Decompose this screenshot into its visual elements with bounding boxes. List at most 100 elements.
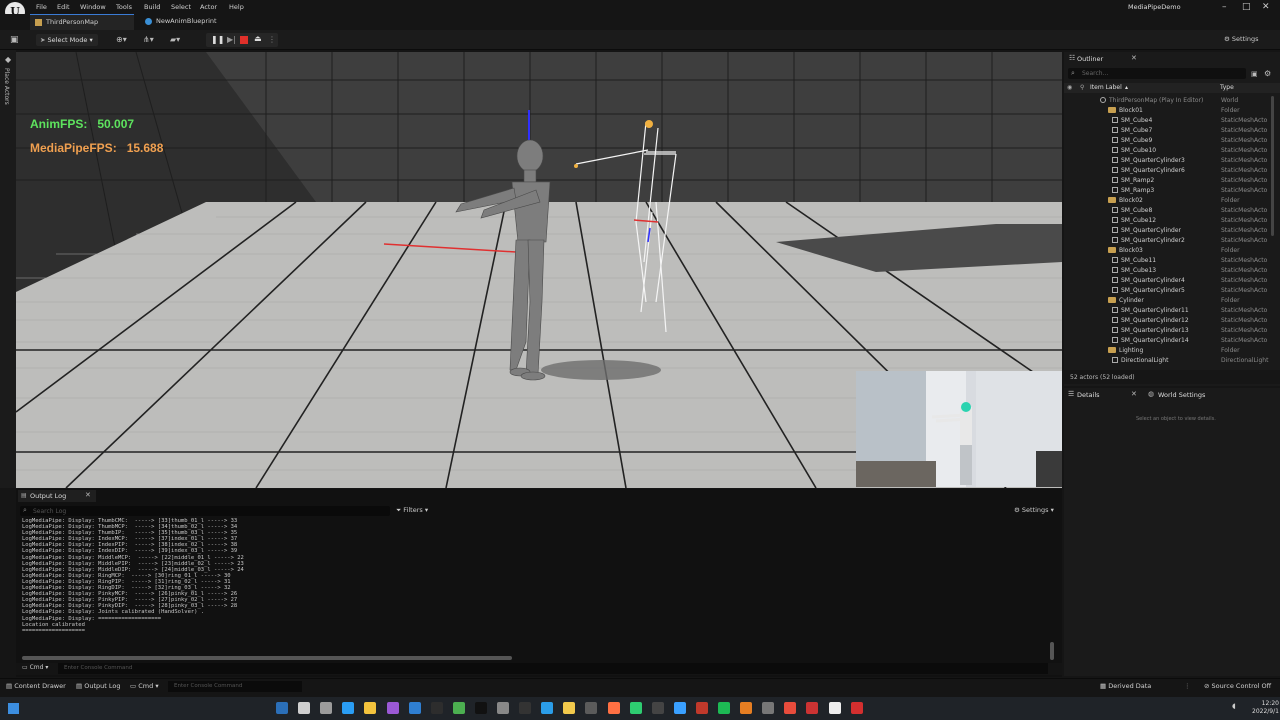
calculator-icon[interactable] (762, 702, 775, 714)
outliner-row[interactable]: Block02 Folder (1064, 196, 1272, 206)
tab-thirdpersonmap[interactable]: ThirdPersonMap (30, 14, 134, 30)
photos-icon[interactable] (673, 702, 686, 714)
log-search-input[interactable]: ⌕ Search Log (20, 506, 390, 516)
more-options-icon[interactable]: ⋮ (268, 35, 276, 44)
source-control-button[interactable]: ⊘ Source Control Off (1204, 682, 1271, 690)
start-menu-icon[interactable] (276, 702, 288, 714)
maximize-icon[interactable]: □ (1242, 2, 1251, 12)
outliner-search-input[interactable]: ⌕ Search... (1068, 68, 1246, 79)
derived-data-button[interactable]: ▦ Derived Data (1100, 682, 1151, 690)
log-settings-button[interactable]: ⚙ Settings ▾ (1014, 506, 1054, 514)
column-type[interactable]: Type (1220, 84, 1234, 91)
volume-icon[interactable]: ◖ (1232, 702, 1236, 710)
outliner-row[interactable]: SM_Ramp3 StaticMeshActo (1064, 186, 1272, 196)
output-log-button[interactable]: ▤ Output Log (76, 682, 121, 690)
unreal-editor-icon[interactable] (474, 702, 487, 714)
outliner-row[interactable]: Block03 Folder (1064, 246, 1272, 256)
place-actors-icon[interactable]: ◆ (5, 55, 11, 64)
outliner-row[interactable]: SM_QuarterCylinder2 StaticMeshActo (1064, 236, 1272, 246)
outliner-row[interactable]: DirectionalLight DirectionalLight (1064, 356, 1272, 366)
system-clock[interactable]: 12:20 2022/9/1 (1252, 700, 1279, 716)
log-horizontal-scrollbar[interactable] (22, 656, 512, 660)
outliner-row[interactable]: Cylinder Folder (1064, 296, 1272, 306)
media-icon[interactable] (740, 702, 753, 714)
camera-icon[interactable] (585, 702, 598, 714)
tab-newanimblueprint[interactable]: NewAnimBlueprint (140, 14, 240, 30)
outliner-row[interactable]: SM_Cube12 StaticMeshActo (1064, 216, 1272, 226)
details-tab[interactable]: Details (1077, 391, 1100, 399)
outliner-row[interactable]: SM_QuarterCylinder13 StaticMeshActo (1064, 326, 1272, 336)
unreal-engine-icon[interactable] (828, 702, 841, 714)
firefox-icon[interactable] (607, 702, 620, 714)
pause-icon[interactable]: ❚❚ (211, 35, 224, 44)
pin-icon[interactable]: ⚲ (1080, 84, 1084, 91)
outliner-row[interactable]: Block01 Folder (1064, 106, 1272, 116)
vscode-icon[interactable] (541, 702, 554, 714)
cmd-dropdown[interactable]: ▭ Cmd ▾ (22, 664, 48, 671)
apps-icon[interactable] (695, 702, 708, 714)
save-icon[interactable]: ▣ (10, 35, 19, 45)
screen-recorder-icon[interactable] (806, 702, 819, 714)
visibility-icon[interactable]: ◉ (1067, 84, 1072, 91)
file-explorer-icon[interactable] (364, 702, 377, 714)
menu-help[interactable]: Help (229, 3, 244, 11)
outliner-row[interactable]: SM_QuarterCylinder6 StaticMeshActo (1064, 166, 1272, 176)
stop-icon[interactable] (240, 36, 248, 44)
select-mode-dropdown[interactable]: ➤ Select Mode ▾ (36, 34, 98, 46)
menu-actor[interactable]: Actor (200, 3, 217, 11)
outliner-row[interactable]: SM_QuarterCylinder12 StaticMeshActo (1064, 316, 1272, 326)
outliner-row[interactable]: SM_Cube13 StaticMeshActo (1064, 266, 1272, 276)
terminal-icon[interactable] (519, 702, 532, 714)
outliner-row[interactable]: SM_QuarterCylinder StaticMeshActo (1064, 226, 1272, 236)
statusbar-cmd-dropdown[interactable]: ▭ Cmd ▾ (130, 682, 159, 690)
menu-select[interactable]: Select (171, 3, 191, 11)
outliner-row[interactable]: SM_Cube7 StaticMeshActo (1064, 126, 1272, 136)
add-actor-icon[interactable]: ⊕▾ (116, 35, 130, 45)
menu-window[interactable]: Window (80, 3, 106, 11)
obs-icon[interactable] (651, 702, 664, 714)
chrome-icon[interactable] (452, 702, 465, 714)
close-icon[interactable]: ✕ (1131, 54, 1137, 62)
close-icon[interactable]: ✕ (1131, 390, 1137, 398)
cinematics-icon[interactable]: ▰▾ (170, 35, 184, 45)
outliner-row[interactable]: SM_QuarterCylinder3 StaticMeshActo (1064, 156, 1272, 166)
edge-browser-icon[interactable] (342, 702, 355, 714)
skip-frame-icon[interactable]: ▶| (227, 35, 236, 44)
search-icon[interactable] (298, 702, 311, 714)
wechat-icon[interactable] (629, 702, 642, 714)
statusbar-console-input[interactable]: Enter Console Command (168, 681, 302, 692)
add-folder-icon[interactable]: ▣ (1251, 70, 1258, 78)
outliner-row[interactable]: ThirdPersonMap (Play In Editor) World (1064, 96, 1272, 106)
content-drawer-button[interactable]: ▤ Content Drawer (6, 682, 66, 690)
blueprint-icon[interactable]: ⋔▾ (143, 35, 157, 45)
outliner-row[interactable]: SM_Cube11 StaticMeshActo (1064, 256, 1272, 266)
settings-icon[interactable] (497, 702, 509, 714)
outliner-row[interactable]: SM_QuarterCylinder11 StaticMeshActo (1064, 306, 1272, 316)
outliner-row[interactable]: Lighting Folder (1064, 346, 1272, 356)
settings-button[interactable]: ⚙ Settings (1224, 35, 1259, 43)
store-icon[interactable] (430, 702, 443, 714)
menu-build[interactable]: Build (144, 3, 160, 11)
menu-file[interactable]: File (36, 3, 47, 11)
log-vertical-scrollbar[interactable] (1050, 642, 1054, 660)
outliner-row[interactable]: SM_Cube4 StaticMeshActo (1064, 116, 1272, 126)
console-command-input[interactable]: Enter Console Command (58, 663, 1048, 674)
minimize-icon[interactable]: – (1222, 2, 1227, 12)
outliner-title[interactable]: Outliner (1077, 55, 1103, 63)
menu-tools[interactable]: Tools (116, 3, 132, 11)
outliner-row[interactable]: SM_Cube8 StaticMeshActo (1064, 206, 1272, 216)
menu-edit[interactable]: Edit (57, 3, 70, 11)
world-settings-tab[interactable]: World Settings (1158, 391, 1205, 399)
visual-studio-icon[interactable] (386, 702, 399, 714)
eject-icon[interactable]: ⏏ (254, 34, 262, 43)
column-item-label[interactable]: Item Label (1090, 84, 1122, 91)
more-icon[interactable]: ⋮ (1184, 682, 1191, 690)
outliner-row[interactable]: SM_QuarterCylinder5 StaticMeshActo (1064, 286, 1272, 296)
outliner-row[interactable]: SM_QuarterCylinder4 StaticMeshActo (1064, 276, 1272, 286)
close-window-icon[interactable]: ✕ (1262, 2, 1270, 12)
outliner-row[interactable]: SM_Cube10 StaticMeshActo (1064, 146, 1272, 156)
task-view-icon[interactable] (320, 702, 333, 714)
outliner-row[interactable]: SM_QuarterCylinder14 StaticMeshActo (1064, 336, 1272, 346)
close-icon[interactable]: ✕ (85, 491, 91, 499)
outliner-row[interactable]: SM_Cube9 StaticMeshActo (1064, 136, 1272, 146)
